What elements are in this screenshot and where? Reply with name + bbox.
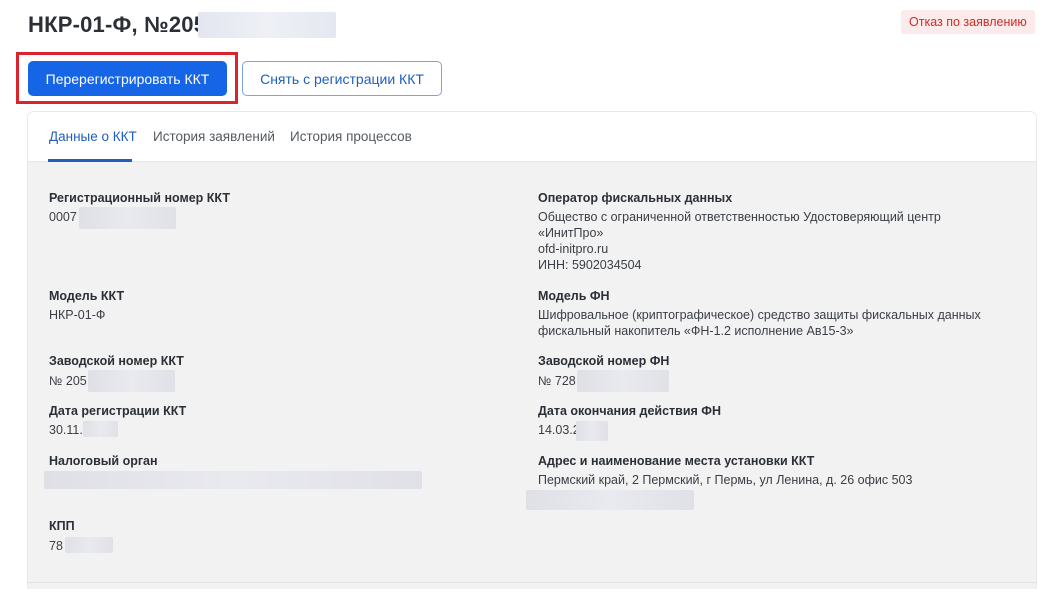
fn-expiry-label: Дата окончания действия ФН [538, 404, 722, 418]
address-label: Адрес и наименование места установки ККТ [538, 454, 815, 468]
model-value: НКР-01-Ф [49, 308, 106, 322]
kpp-redacted [65, 537, 113, 553]
fn-model-line1: Шифровальное (криптографическое) средств… [538, 308, 981, 322]
fn-serial-label: Заводской номер ФН [538, 354, 670, 368]
reg-number-label: Регистрационный номер ККТ [49, 191, 230, 205]
serial-label: Заводской номер ККТ [49, 354, 184, 368]
card-bottom-divider [28, 582, 1036, 583]
serial-redacted [88, 370, 175, 392]
tab-bar: Данные о ККТ История заявлений История п… [28, 112, 1036, 162]
model-label: Модель ККТ [49, 289, 125, 303]
kpp-value: 78 [49, 539, 63, 553]
reg-number-redacted [79, 207, 176, 229]
fn-expiry-redacted [576, 421, 608, 441]
fn-expiry-value: 14.03.2 [538, 423, 580, 437]
ofd-line3: ofd-initpro.ru [538, 242, 609, 256]
tab-processes-history[interactable]: История процессов [290, 129, 412, 144]
address-value: Пермский край, 2 Пермский, г Пермь, ул Л… [538, 473, 913, 487]
ofd-label: Оператор фискальных данных [538, 191, 733, 205]
deregister-button[interactable]: Снять с регистрации ККТ [242, 61, 442, 96]
ofd-line2: «ИнитПро» [538, 226, 604, 240]
reg-date-label: Дата регистрации ККТ [49, 404, 187, 418]
reregister-button[interactable]: Перерегистрировать ККТ [28, 61, 227, 96]
reg-date-value: 30.11. [49, 423, 83, 437]
page-title: НКР-01-Ф, №205 [28, 12, 207, 37]
details-card: Данные о ККТ История заявлений История п… [28, 112, 1036, 589]
tab-kkt-data[interactable]: Данные о ККТ [49, 129, 137, 144]
kpp-label: КПП [49, 519, 75, 533]
reg-number-value: 0007 [49, 210, 77, 224]
status-badge: Отказ по заявлению [901, 10, 1035, 34]
tax-office-label: Налоговый орган [49, 454, 158, 468]
address-redacted [526, 490, 694, 510]
title-redacted-area [198, 12, 336, 38]
reg-date-redacted [83, 421, 118, 437]
fn-serial-redacted [577, 370, 669, 392]
tab-applications-history[interactable]: История заявлений [153, 129, 275, 144]
active-tab-underline [48, 159, 132, 162]
fn-serial-value: № 728 [538, 374, 576, 388]
serial-value: № 205 [49, 374, 87, 388]
ofd-line4: ИНН: 5902034504 [538, 258, 642, 272]
fn-model-label: Модель ФН [538, 289, 610, 303]
tax-office-redacted [44, 471, 422, 489]
fn-model-line2: фискальный накопитель «ФН-1.2 исполнение… [538, 324, 854, 338]
ofd-line1: Общество с ограниченной ответственностью… [538, 210, 941, 224]
